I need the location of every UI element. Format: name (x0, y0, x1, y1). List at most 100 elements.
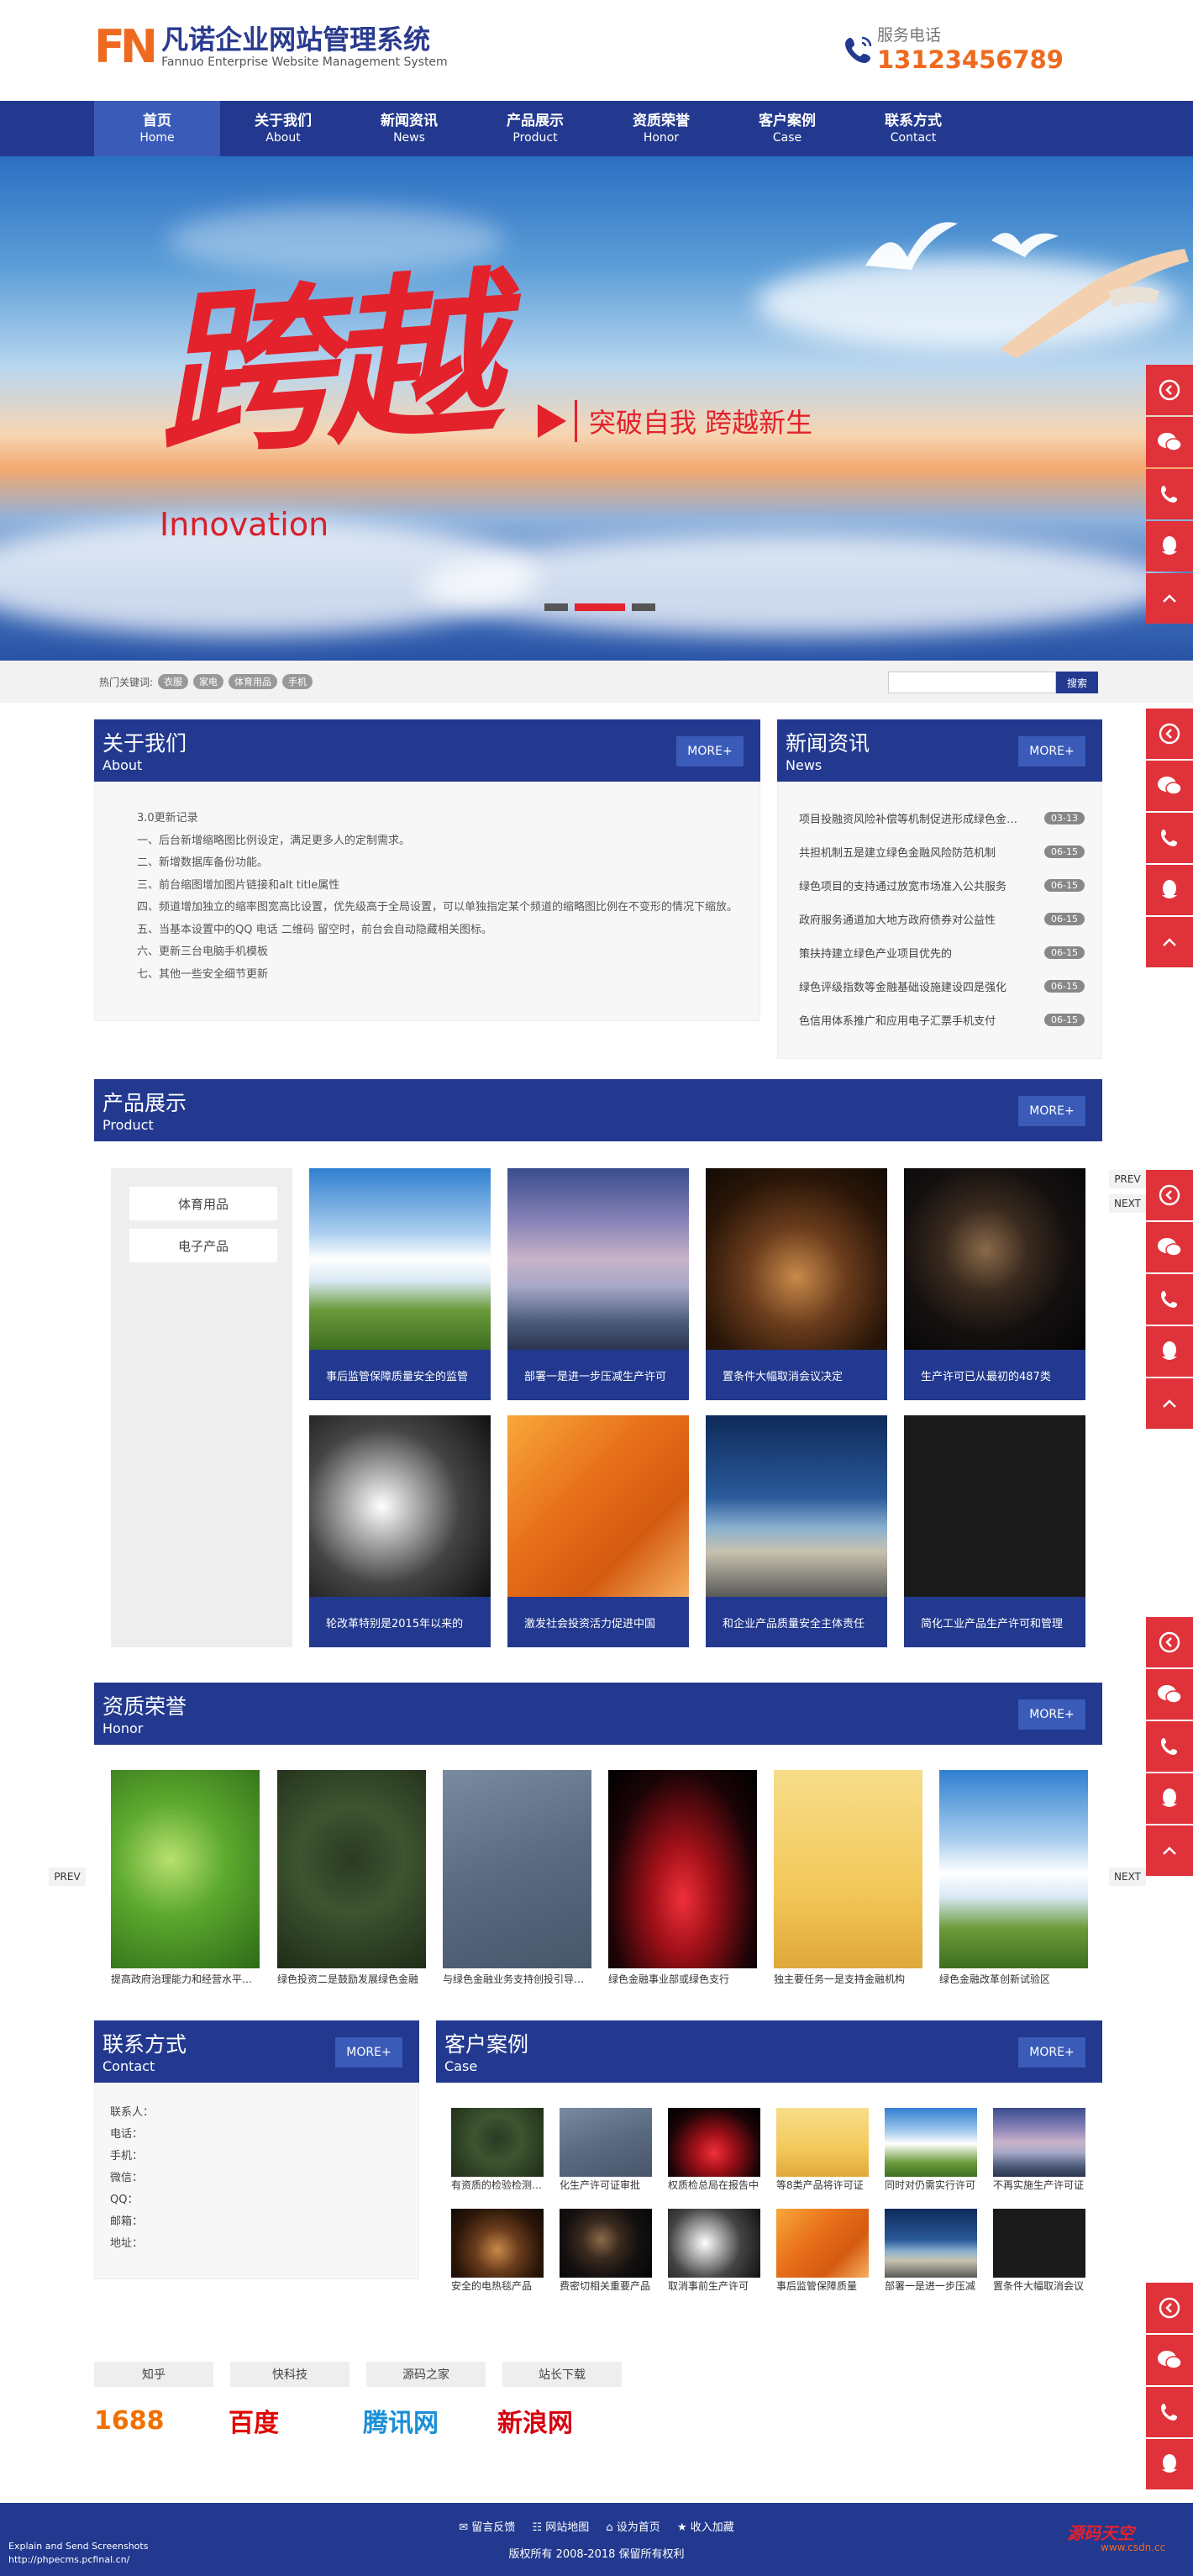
honor-title[interactable]: 独主要任务一是支持金融机构 (774, 1972, 922, 1986)
case-card[interactable]: 同时对仍需实行许可 (885, 2108, 977, 2194)
wechat-icon[interactable] (1146, 761, 1193, 811)
honor-title[interactable]: 与绿色金融业务支持创投引导基金 (443, 1972, 591, 1986)
top-icon[interactable] (1146, 1825, 1193, 1876)
hot-tag[interactable]: 手机 (282, 674, 313, 689)
case-more-button[interactable]: MORE+ (1018, 2037, 1085, 2068)
honor-card[interactable] (277, 1770, 426, 1968)
logo[interactable]: FN 凡诺企业网站管理系统 Fannuo Enterprise Website … (94, 24, 448, 71)
search-input[interactable] (888, 672, 1056, 693)
qq-icon[interactable] (1146, 2439, 1193, 2489)
case-card[interactable]: 费密切相关重要产品 (560, 2209, 652, 2294)
back-icon[interactable] (1146, 2283, 1193, 2333)
partner-baidu-logo[interactable]: 百度 (229, 2402, 348, 2439)
link-mydrivers[interactable]: 快科技 (230, 2362, 349, 2387)
partner-qq-logo[interactable]: 腾讯网 (363, 2402, 482, 2439)
news-item[interactable]: 色信用体系推广和应用电子汇票手机支付 06-15 (799, 1003, 1085, 1036)
news-item[interactable]: 策扶持建立绿色产业项目优先的 06-15 (799, 935, 1085, 969)
footer-sitemap-link[interactable]: ☷ 网站地图 (532, 2521, 589, 2534)
hero-banner[interactable]: 跨越 Innovation 突破自我 跨越新生 (0, 156, 1193, 661)
case-card[interactable]: 事后监管保障质量 (776, 2209, 869, 2294)
case-card[interactable]: 置条件大幅取消会议 (993, 2209, 1085, 2294)
nav-product[interactable]: 产品展示 Product (472, 101, 598, 156)
footer-favorite-link[interactable]: ★ 收入加藏 (677, 2521, 734, 2534)
wechat-icon[interactable] (1146, 2335, 1193, 2385)
partner-sina-logo[interactable]: 新浪网 (497, 2402, 617, 2439)
banner-dot[interactable] (632, 603, 655, 611)
footer-homepage-link[interactable]: ⌂ 设为首页 (606, 2521, 660, 2534)
top-icon[interactable] (1146, 573, 1193, 624)
case-card[interactable]: 等8类产品将许可证 (776, 2108, 869, 2194)
product-card[interactable]: 激发社会投资活力促进中国 (507, 1415, 689, 1647)
honor-title[interactable]: 绿色金融改革创新试验区 (939, 1972, 1088, 1986)
news-item[interactable]: 政府服务通道加大地方政府债券对公益性 06-15 (799, 902, 1085, 935)
case-card[interactable]: 部署一是进一步压减 (885, 2209, 977, 2294)
news-more-button[interactable]: MORE+ (1018, 736, 1085, 766)
qq-icon[interactable] (1146, 865, 1193, 915)
case-card[interactable]: 有资质的检验检测机构 (451, 2108, 544, 2194)
product-card[interactable]: 简化工业产品生产许可和管理 (904, 1415, 1085, 1647)
phone-icon[interactable] (1146, 1274, 1193, 1325)
qq-icon[interactable] (1146, 1773, 1193, 1824)
nav-home[interactable]: 首页 Home (94, 101, 220, 156)
product-more-button[interactable]: MORE+ (1018, 1096, 1085, 1126)
phone-icon[interactable] (1146, 2387, 1193, 2437)
top-icon[interactable] (1146, 1378, 1193, 1429)
hot-tag[interactable]: 体育用品 (229, 674, 278, 689)
category-electronics[interactable]: 电子产品 (129, 1229, 277, 1262)
link-zhihu[interactable]: 知乎 (94, 2362, 213, 2387)
honor-title[interactable]: 绿色金融事业部或绿色支行 (608, 1972, 757, 1986)
qq-icon[interactable] (1146, 1326, 1193, 1377)
nav-contact[interactable]: 联系方式 Contact (850, 101, 976, 156)
honor-card[interactable] (774, 1770, 922, 1968)
news-item[interactable]: 项目投融资风险补偿等机制促进形成绿色金融服务 03-13 (799, 801, 1085, 835)
news-item[interactable]: 共担机制五是建立绿色金融风险防范机制 06-15 (799, 835, 1085, 868)
wechat-icon[interactable] (1146, 1222, 1193, 1272)
honor-more-button[interactable]: MORE+ (1018, 1699, 1085, 1730)
nav-case[interactable]: 客户案例 Case (724, 101, 850, 156)
hot-tag[interactable]: 家电 (193, 674, 224, 689)
product-card[interactable]: 轮改革特别是2015年以来的 (309, 1415, 491, 1647)
hot-tag[interactable]: 衣服 (158, 674, 189, 689)
product-prev-button[interactable]: PREV (1109, 1170, 1146, 1188)
back-icon[interactable] (1146, 365, 1193, 415)
link-downcc[interactable]: 站长下载 (502, 2362, 622, 2387)
contact-more-button[interactable]: MORE+ (335, 2037, 402, 2068)
link-mycodes[interactable]: 源码之家 (366, 2362, 486, 2387)
nav-about[interactable]: 关于我们 About (220, 101, 346, 156)
top-icon[interactable] (1146, 917, 1193, 967)
wechat-icon[interactable] (1146, 1669, 1193, 1720)
news-item[interactable]: 绿色评级指数等金融基础设施建设四是强化 06-15 (799, 969, 1085, 1003)
product-card[interactable]: 事后监管保障质量安全的监管 (309, 1168, 491, 1400)
banner-dot[interactable] (544, 603, 568, 611)
honor-prev-button[interactable]: PREV (49, 1867, 86, 1886)
case-card[interactable]: 取消事前生产许可 (668, 2209, 760, 2294)
product-card[interactable]: 和企业产品质量安全主体责任 (706, 1415, 887, 1647)
back-icon[interactable] (1146, 1170, 1193, 1220)
honor-next-button[interactable]: NEXT (1109, 1867, 1146, 1886)
nav-honor[interactable]: 资质荣誉 Honor (598, 101, 724, 156)
product-card[interactable]: 置条件大幅取消会议决定 (706, 1168, 887, 1400)
search-button[interactable]: 搜索 (1056, 672, 1098, 693)
about-more-button[interactable]: MORE+ (676, 736, 744, 766)
back-icon[interactable] (1146, 1617, 1193, 1667)
banner-dot-active[interactable] (575, 603, 625, 611)
news-item[interactable]: 绿色项目的支持通过放宽市场准入公共服务 06-15 (799, 868, 1085, 902)
nav-news[interactable]: 新闻资讯 News (346, 101, 472, 156)
product-card[interactable]: 部署一是进一步压减生产许可 (507, 1168, 689, 1400)
honor-card[interactable] (939, 1770, 1088, 1968)
footer-feedback-link[interactable]: ✉ 留言反馈 (459, 2521, 515, 2534)
honor-title[interactable]: 绿色投资二是鼓励发展绿色金融 (277, 1972, 426, 1986)
qq-icon[interactable] (1146, 521, 1193, 572)
case-card[interactable]: 权质检总局在报告中 (668, 2108, 760, 2194)
case-card[interactable]: 不再实施生产许可证 (993, 2108, 1085, 2194)
phone-icon[interactable] (1146, 1721, 1193, 1772)
product-card[interactable]: 生产许可已从最初的487类 (904, 1168, 1085, 1400)
partner-1688-logo[interactable]: 1688 (94, 2402, 213, 2439)
category-sports[interactable]: 体育用品 (129, 1187, 277, 1220)
phone-icon[interactable] (1146, 469, 1193, 519)
honor-card[interactable] (608, 1770, 757, 1968)
case-card[interactable]: 化生产许可证审批 (560, 2108, 652, 2194)
product-next-button[interactable]: NEXT (1109, 1194, 1146, 1213)
case-card[interactable]: 安全的电热毯产品 (451, 2209, 544, 2294)
honor-card[interactable] (443, 1770, 591, 1968)
